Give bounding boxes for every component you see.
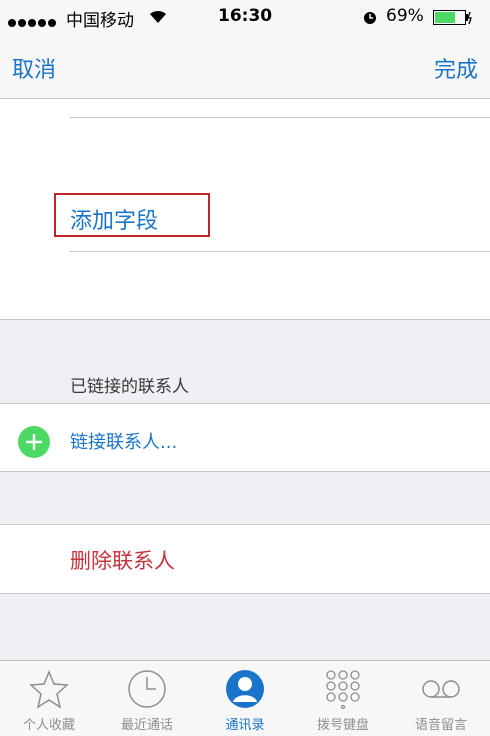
time-label: 16:30 [218,6,273,26]
battery-percent: 69% [386,6,424,26]
tab-keypad[interactable]: 拨号键盘 [294,661,392,736]
section-header-linked-contacts: 已链接的联系人 [70,377,189,397]
battery-icon [433,10,473,30]
tab-label: 拨号键盘 [316,718,369,733]
cancel-button[interactable]: 取消 [12,52,56,84]
status-bar: 中国移动 16:30 69% [0,0,490,34]
tab-recents[interactable]: 最近通话 [98,661,196,736]
edit-fields-section: 添加字段 [0,99,490,319]
contacts-icon [226,670,264,708]
delete-contact-button[interactable]: 删除联系人 [70,545,175,575]
tab-label: 个人收藏 [22,718,75,733]
link-contact-row[interactable]: 链接联系人... [0,404,490,471]
add-icon[interactable] [18,426,50,462]
wifi-icon [148,8,168,28]
keypad-icon [326,670,360,709]
alarm-icon [362,9,378,29]
carrier-label: 中国移动 [66,11,134,31]
add-field-button[interactable]: 添加字段 [70,203,158,235]
signal-strength-icon [8,12,58,31]
voicemail-icon [422,680,460,698]
tab-favorites[interactable]: 个人收藏 [0,661,98,736]
tab-voicemail[interactable]: 语音留言 [392,661,490,736]
clock-icon [128,670,166,708]
link-contact-label: 链接联系人... [70,432,178,453]
tab-label: 最近通话 [120,718,173,733]
star-icon [29,670,69,709]
delete-contact-row[interactable]: 删除联系人 [0,525,490,593]
tab-label: 通讯录 [225,718,265,733]
navigation-bar: 取消 完成 [0,34,490,99]
tab-bar: 个人收藏 最近通话 通讯录 拨号键盘 语音留言 [0,660,490,736]
tab-contacts[interactable]: 通讯录 [196,661,294,736]
tab-label: 语音留言 [414,718,467,733]
done-button[interactable]: 完成 [434,52,478,84]
